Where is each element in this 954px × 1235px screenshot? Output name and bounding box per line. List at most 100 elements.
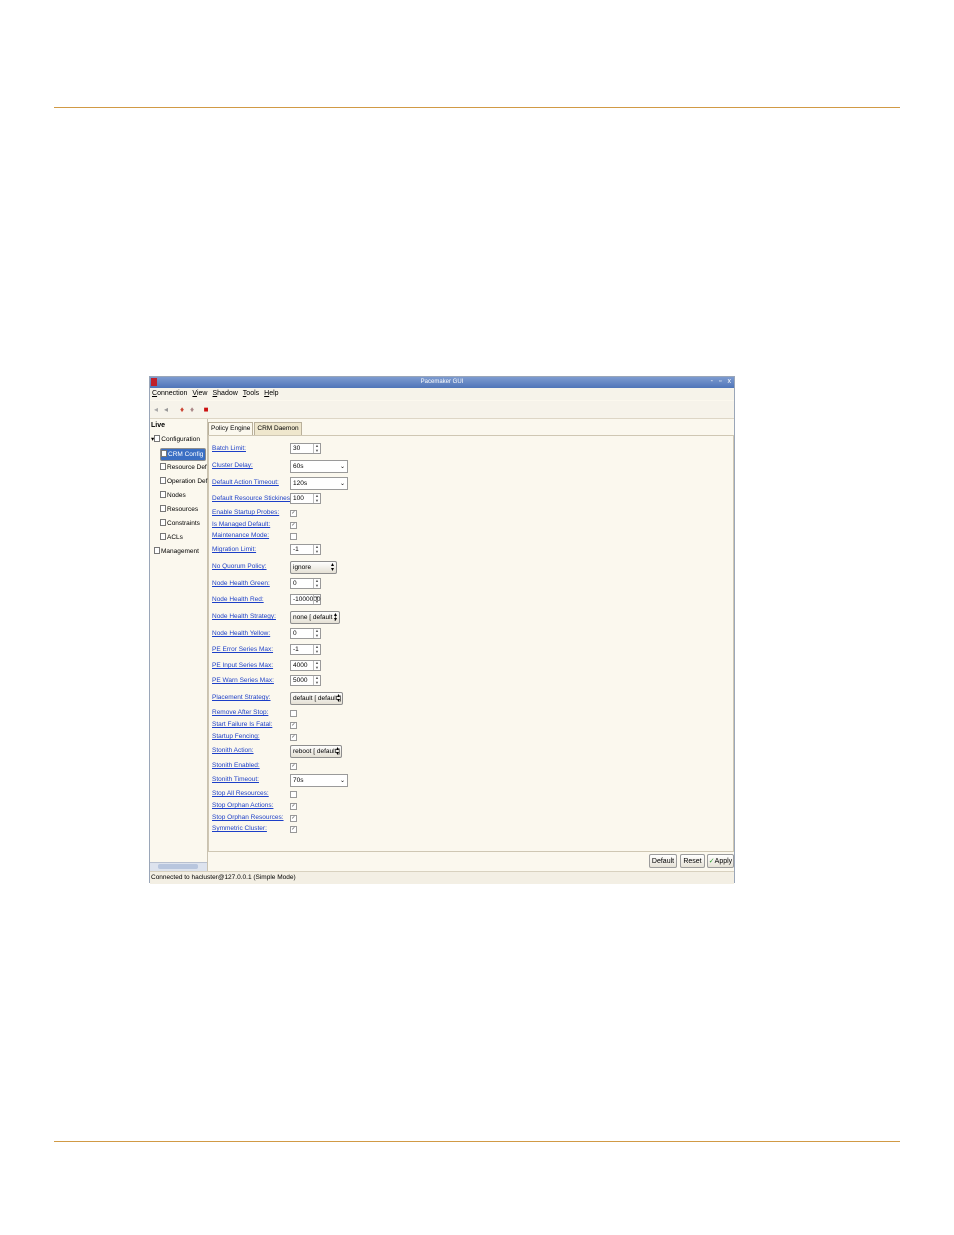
startup-fencing-checkbox[interactable]: ✓	[290, 734, 297, 741]
stonith-action-control[interactable]: reboot [ default ] ▴ ▾	[290, 745, 342, 758]
menu-shadow[interactable]: Shadow	[212, 388, 237, 400]
symmetric-cluster-checkbox[interactable]: ✓	[290, 826, 297, 833]
tab-policy-engine[interactable]: Policy Engine	[208, 422, 254, 435]
pe-error-series-max-control[interactable]: -1 ▲ ▼	[290, 644, 321, 655]
is-managed-default-control[interactable]: ✓	[290, 519, 297, 529]
tree-root-live[interactable]: Live	[151, 422, 165, 429]
field-label-node-health-green[interactable]: Node Health Green:	[212, 580, 270, 587]
scroll-thumb[interactable]	[158, 864, 198, 869]
stop-orphan-actions-control[interactable]: ✓	[290, 800, 297, 810]
field-label-migration-limit[interactable]: Migration Limit:	[212, 546, 256, 553]
node-health-yellow-control[interactable]: 0 ▲ ▼	[290, 628, 321, 639]
node-health-yellow-spinner[interactable]: 0 ▲ ▼	[290, 628, 321, 639]
stop-all-resources-control[interactable]	[290, 788, 297, 798]
node-health-strategy-select[interactable]: none [ default ] ▴ ▾	[290, 611, 340, 624]
disconnect-icon[interactable]: ♦	[188, 405, 196, 414]
reset-button[interactable]: Reset	[680, 854, 705, 868]
tree-item-management[interactable]: Management	[154, 546, 199, 558]
field-label-stop-orphan-actions[interactable]: Stop Orphan Actions:	[212, 802, 273, 809]
connect-icon[interactable]: ♦	[178, 405, 186, 414]
tree-item-crm-config[interactable]: CRM Config	[160, 448, 206, 461]
node-health-red-control[interactable]: -1000000 ▲ ▼	[290, 594, 321, 605]
node-health-strategy-control[interactable]: none [ default ] ▴ ▾	[290, 611, 340, 624]
default-action-timeout-control[interactable]: 120s ⌄	[290, 477, 348, 490]
stop-orphan-resources-checkbox[interactable]: ✓	[290, 815, 297, 822]
tree-scrollbar[interactable]	[150, 862, 207, 871]
forward-icon[interactable]: ◂	[162, 405, 170, 414]
field-label-stonith-timeout[interactable]: Stonith Timeout:	[212, 776, 259, 783]
field-label-stop-all-resources[interactable]: Stop All Resources:	[212, 790, 269, 797]
cluster-delay-combo[interactable]: 60s ⌄	[290, 460, 348, 473]
start-failure-is-fatal-checkbox[interactable]: ✓	[290, 722, 297, 729]
spin-arrows-icon[interactable]: ▲ ▼	[313, 443, 320, 453]
stonith-timeout-control[interactable]: 70s ⌄	[290, 774, 348, 787]
node-health-green-control[interactable]: 0 ▲ ▼	[290, 578, 321, 589]
field-label-start-failure-is-fatal[interactable]: Start Failure Is Fatal:	[212, 721, 272, 728]
field-label-pe-error-series-max[interactable]: PE Error Series Max:	[212, 646, 273, 653]
node-health-red-spinner[interactable]: -1000000 ▲ ▼	[290, 594, 321, 605]
no-quorum-policy-select[interactable]: ignore ▴ ▾	[290, 561, 337, 574]
spin-arrows-icon[interactable]: ▲ ▼	[313, 544, 320, 554]
field-label-remove-after-stop[interactable]: Remove After Stop:	[212, 709, 268, 716]
stop-all-resources-checkbox[interactable]	[290, 791, 297, 798]
field-label-placement-strategy[interactable]: Placement Strategy:	[212, 694, 271, 701]
pe-error-series-max-spinner[interactable]: -1 ▲ ▼	[290, 644, 321, 655]
tree-item-acls[interactable]: ACLs	[160, 532, 183, 544]
exit-icon[interactable]: ■	[202, 405, 210, 414]
tree-item-constraints[interactable]: Constraints	[160, 518, 200, 530]
menu-help[interactable]: Help	[264, 388, 278, 400]
cluster-delay-control[interactable]: 60s ⌄	[290, 460, 348, 473]
field-label-is-managed-default[interactable]: Is Managed Default:	[212, 521, 270, 528]
maximize-button[interactable]: ▫	[719, 378, 721, 385]
placement-strategy-control[interactable]: default [ default ] ▴ ▾	[290, 692, 343, 705]
default-action-timeout-combo[interactable]: 120s ⌄	[290, 477, 348, 490]
menu-view[interactable]: View	[192, 388, 207, 400]
field-label-node-health-strategy[interactable]: Node Health Strategy:	[212, 613, 276, 620]
no-quorum-policy-control[interactable]: ignore ▴ ▾	[290, 561, 337, 574]
batch-limit-control[interactable]: 30 ▲ ▼	[290, 443, 321, 454]
field-label-enable-startup-probes[interactable]: Enable Startup Probes:	[212, 509, 279, 516]
symmetric-cluster-control[interactable]: ✓	[290, 823, 297, 833]
enable-startup-probes-control[interactable]: ✓	[290, 507, 297, 517]
menu-connection[interactable]: Connection	[152, 388, 187, 400]
field-label-no-quorum-policy[interactable]: No Quorum Policy:	[212, 563, 267, 570]
start-failure-is-fatal-control[interactable]: ✓	[290, 719, 297, 729]
default-resource-stickiness-spinner[interactable]: 100 ▲ ▼	[290, 493, 321, 504]
pe-input-series-max-control[interactable]: 4000 ▲ ▼	[290, 660, 321, 671]
minimize-button[interactable]: -	[711, 378, 713, 385]
tree-item-operation-def[interactable]: Operation Def	[160, 476, 207, 488]
enable-startup-probes-checkbox[interactable]: ✓	[290, 510, 297, 517]
pe-warn-series-max-spinner[interactable]: 5000 ▲ ▼	[290, 675, 321, 686]
chevron-down-icon[interactable]: ⌄	[340, 463, 345, 470]
migration-limit-spinner[interactable]: -1 ▲ ▼	[290, 544, 321, 555]
is-managed-default-checkbox[interactable]: ✓	[290, 522, 297, 529]
stonith-action-select[interactable]: reboot [ default ] ▴ ▾	[290, 745, 342, 758]
tab-crm-daemon[interactable]: CRM Daemon	[254, 422, 302, 435]
pe-warn-series-max-control[interactable]: 5000 ▲ ▼	[290, 675, 321, 686]
field-label-stonith-enabled[interactable]: Stonith Enabled:	[212, 762, 260, 769]
spin-arrows-icon[interactable]: ▲ ▼	[313, 660, 320, 670]
tree-item-resource-def[interactable]: Resource Def	[160, 462, 207, 474]
node-health-green-spinner[interactable]: 0 ▲ ▼	[290, 578, 321, 589]
stop-orphan-actions-checkbox[interactable]: ✓	[290, 803, 297, 810]
spin-arrows-icon[interactable]: ▲ ▼	[313, 644, 320, 654]
field-label-pe-warn-series-max[interactable]: PE Warn Series Max:	[212, 677, 274, 684]
stonith-timeout-combo[interactable]: 70s ⌄	[290, 774, 348, 787]
spin-arrows-icon[interactable]: ▲ ▼	[313, 675, 320, 685]
field-label-stonith-action[interactable]: Stonith Action:	[212, 747, 254, 754]
pe-input-series-max-spinner[interactable]: 4000 ▲ ▼	[290, 660, 321, 671]
title-bar[interactable]: Pacemaker GUI - ▫ x	[150, 377, 734, 388]
stonith-enabled-control[interactable]: ✓	[290, 760, 297, 770]
field-label-pe-input-series-max[interactable]: PE Input Series Max:	[212, 662, 273, 669]
field-label-maintenance-mode[interactable]: Maintenance Mode:	[212, 532, 269, 539]
field-label-default-action-timeout[interactable]: Default Action Timeout:	[212, 479, 279, 486]
spin-arrows-icon[interactable]: ▲ ▼	[313, 493, 320, 503]
apply-button[interactable]: ✓Apply	[707, 854, 734, 868]
migration-limit-control[interactable]: -1 ▲ ▼	[290, 544, 321, 555]
menu-tools[interactable]: Tools	[243, 388, 259, 400]
back-icon[interactable]: ◂	[152, 405, 160, 414]
field-label-node-health-red[interactable]: Node Health Red:	[212, 596, 264, 603]
field-label-startup-fencing[interactable]: Startup Fencing:	[212, 733, 260, 740]
startup-fencing-control[interactable]: ✓	[290, 731, 297, 741]
chevron-down-icon[interactable]: ⌄	[340, 777, 345, 784]
